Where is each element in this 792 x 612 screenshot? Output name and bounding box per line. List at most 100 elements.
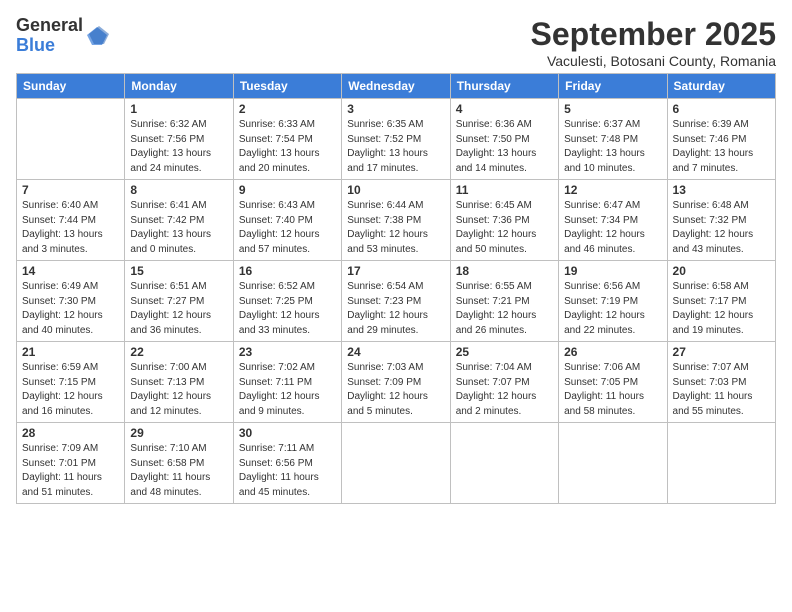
calendar-cell: 19Sunrise: 6:56 AM Sunset: 7:19 PM Dayli… [559, 261, 667, 342]
calendar-cell: 16 Sunrise: 6:52 AM Sunset: 7:25 PM Dayli… [233, 261, 341, 342]
calendar-cell: 4Sunrise: 6:36 AM Sunset: 7:50 PM Daylig… [450, 99, 558, 180]
day-number: 2 [239, 102, 336, 116]
calendar-cell: 11 Sunrise: 6:45 AM Sunset: 7:36 PM Dayli… [450, 180, 558, 261]
calendar-cell: 5 Sunrise: 6:37 AM Sunset: 7:48 PM Daylig… [559, 99, 667, 180]
day-info: Sunrise: 6:56 AM Sunset: 7:19 PM Dayligh… [564, 280, 661, 338]
day-info: Sunrise: 6:49 AM Sunset: 7:30 PM Dayligh… [22, 280, 119, 338]
day-info: Sunrise: 7:10 AM Sunset: 6:58 PM Dayligh… [130, 442, 227, 500]
header-wednesday: Wednesday [342, 74, 450, 99]
location-subtitle: Vaculesti, Botosani County, Romania [531, 53, 776, 69]
calendar-cell [17, 99, 125, 180]
day-number: 26 [564, 345, 661, 359]
day-number: 1 [130, 102, 227, 116]
day-info: Sunrise: 6:43 AM Sunset: 7:40 PM Dayligh… [239, 199, 336, 257]
day-number: 17 [347, 264, 444, 278]
day-info: Sunrise: 6:58 AM Sunset: 7:17 PM Dayligh… [673, 280, 770, 338]
day-number: 11 [456, 183, 553, 197]
calendar-cell [450, 423, 558, 504]
day-number: 22 [130, 345, 227, 359]
day-number: 28 [22, 426, 119, 440]
logo-blue: Blue [16, 36, 83, 56]
calendar-cell [667, 423, 775, 504]
calendar-cell: 23Sunrise: 7:02 AM Sunset: 7:11 PM Dayli… [233, 342, 341, 423]
day-number: 8 [130, 183, 227, 197]
day-info: Sunrise: 6:52 AM Sunset: 7:25 PM Dayligh… [239, 280, 336, 338]
calendar-cell: 29Sunrise: 7:10 AM Sunset: 6:58 PM Dayli… [125, 423, 233, 504]
day-info: Sunrise: 6:32 AM Sunset: 7:56 PM Dayligh… [130, 118, 227, 176]
header-thursday: Thursday [450, 74, 558, 99]
day-info: Sunrise: 7:06 AM Sunset: 7:05 PM Dayligh… [564, 361, 661, 419]
calendar-cell: 17Sunrise: 6:54 AM Sunset: 7:23 PM Dayli… [342, 261, 450, 342]
day-info: Sunrise: 6:48 AM Sunset: 7:32 PM Dayligh… [673, 199, 770, 257]
day-info: Sunrise: 7:03 AM Sunset: 7:09 PM Dayligh… [347, 361, 444, 419]
calendar-cell: 10 Sunrise: 6:44 AM Sunset: 7:38 PM Dayli… [342, 180, 450, 261]
day-info: Sunrise: 7:11 AM Sunset: 6:56 PM Dayligh… [239, 442, 336, 500]
day-info: Sunrise: 6:41 AM Sunset: 7:42 PM Dayligh… [130, 199, 227, 257]
day-number: 15 [130, 264, 227, 278]
day-info: Sunrise: 7:09 AM Sunset: 7:01 PM Dayligh… [22, 442, 119, 500]
calendar-cell: 24 Sunrise: 7:03 AM Sunset: 7:09 PM Dayli… [342, 342, 450, 423]
calendar-week-row: 7 Sunrise: 6:40 AM Sunset: 7:44 PM Daylig… [17, 180, 776, 261]
day-info: Sunrise: 6:36 AM Sunset: 7:50 PM Dayligh… [456, 118, 553, 176]
calendar-cell: 30 Sunrise: 7:11 AM Sunset: 6:56 PM Dayli… [233, 423, 341, 504]
day-info: Sunrise: 6:55 AM Sunset: 7:21 PM Dayligh… [456, 280, 553, 338]
day-info: Sunrise: 6:33 AM Sunset: 7:54 PM Dayligh… [239, 118, 336, 176]
title-block: September 2025 Vaculesti, Botosani Count… [531, 16, 776, 69]
day-number: 13 [673, 183, 770, 197]
calendar-cell: 28 Sunrise: 7:09 AM Sunset: 7:01 PM Dayli… [17, 423, 125, 504]
calendar-cell: 6 Sunrise: 6:39 AM Sunset: 7:46 PM Daylig… [667, 99, 775, 180]
day-number: 20 [673, 264, 770, 278]
day-number: 16 [239, 264, 336, 278]
calendar-cell: 9 Sunrise: 6:43 AM Sunset: 7:40 PM Daylig… [233, 180, 341, 261]
day-number: 3 [347, 102, 444, 116]
day-number: 9 [239, 183, 336, 197]
day-number: 10 [347, 183, 444, 197]
header-tuesday: Tuesday [233, 74, 341, 99]
calendar-week-row: 21 Sunrise: 6:59 AM Sunset: 7:15 PM Dayli… [17, 342, 776, 423]
day-info: Sunrise: 6:44 AM Sunset: 7:38 PM Dayligh… [347, 199, 444, 257]
calendar-cell: 1 Sunrise: 6:32 AM Sunset: 7:56 PM Daylig… [125, 99, 233, 180]
day-info: Sunrise: 6:45 AM Sunset: 7:36 PM Dayligh… [456, 199, 553, 257]
calendar-header-row: SundayMondayTuesdayWednesdayThursdayFrid… [17, 74, 776, 99]
calendar-week-row: 1 Sunrise: 6:32 AM Sunset: 7:56 PM Daylig… [17, 99, 776, 180]
day-number: 30 [239, 426, 336, 440]
calendar-cell [342, 423, 450, 504]
calendar-cell: 15 Sunrise: 6:51 AM Sunset: 7:27 PM Dayli… [125, 261, 233, 342]
calendar-cell: 21 Sunrise: 6:59 AM Sunset: 7:15 PM Dayli… [17, 342, 125, 423]
logo-text-block: General Blue [16, 16, 83, 56]
calendar-cell: 18Sunrise: 6:55 AM Sunset: 7:21 PM Dayli… [450, 261, 558, 342]
header-saturday: Saturday [667, 74, 775, 99]
calendar-week-row: 28 Sunrise: 7:09 AM Sunset: 7:01 PM Dayli… [17, 423, 776, 504]
header-sunday: Sunday [17, 74, 125, 99]
day-info: Sunrise: 6:40 AM Sunset: 7:44 PM Dayligh… [22, 199, 119, 257]
calendar-cell: 20 Sunrise: 6:58 AM Sunset: 7:17 PM Dayli… [667, 261, 775, 342]
page-header: General Blue September 2025 Vaculesti, B… [16, 16, 776, 69]
calendar-cell: 14Sunrise: 6:49 AM Sunset: 7:30 PM Dayli… [17, 261, 125, 342]
calendar-cell: 22 Sunrise: 7:00 AM Sunset: 7:13 PM Dayli… [125, 342, 233, 423]
calendar-cell: 7 Sunrise: 6:40 AM Sunset: 7:44 PM Daylig… [17, 180, 125, 261]
header-friday: Friday [559, 74, 667, 99]
day-info: Sunrise: 7:04 AM Sunset: 7:07 PM Dayligh… [456, 361, 553, 419]
logo: General Blue [16, 16, 109, 56]
day-number: 6 [673, 102, 770, 116]
calendar-cell [559, 423, 667, 504]
day-info: Sunrise: 6:35 AM Sunset: 7:52 PM Dayligh… [347, 118, 444, 176]
day-info: Sunrise: 6:59 AM Sunset: 7:15 PM Dayligh… [22, 361, 119, 419]
day-info: Sunrise: 6:39 AM Sunset: 7:46 PM Dayligh… [673, 118, 770, 176]
day-number: 24 [347, 345, 444, 359]
calendar-table: SundayMondayTuesdayWednesdayThursdayFrid… [16, 73, 776, 504]
day-info: Sunrise: 6:51 AM Sunset: 7:27 PM Dayligh… [130, 280, 227, 338]
calendar-cell: 13 Sunrise: 6:48 AM Sunset: 7:32 PM Dayli… [667, 180, 775, 261]
calendar-cell: 3 Sunrise: 6:35 AM Sunset: 7:52 PM Daylig… [342, 99, 450, 180]
calendar-cell: 25Sunrise: 7:04 AM Sunset: 7:07 PM Dayli… [450, 342, 558, 423]
day-info: Sunrise: 6:37 AM Sunset: 7:48 PM Dayligh… [564, 118, 661, 176]
day-info: Sunrise: 7:02 AM Sunset: 7:11 PM Dayligh… [239, 361, 336, 419]
day-info: Sunrise: 7:00 AM Sunset: 7:13 PM Dayligh… [130, 361, 227, 419]
logo-icon [87, 25, 109, 47]
day-number: 21 [22, 345, 119, 359]
month-title: September 2025 [531, 16, 776, 53]
day-info: Sunrise: 6:47 AM Sunset: 7:34 PM Dayligh… [564, 199, 661, 257]
day-number: 7 [22, 183, 119, 197]
header-monday: Monday [125, 74, 233, 99]
day-number: 5 [564, 102, 661, 116]
